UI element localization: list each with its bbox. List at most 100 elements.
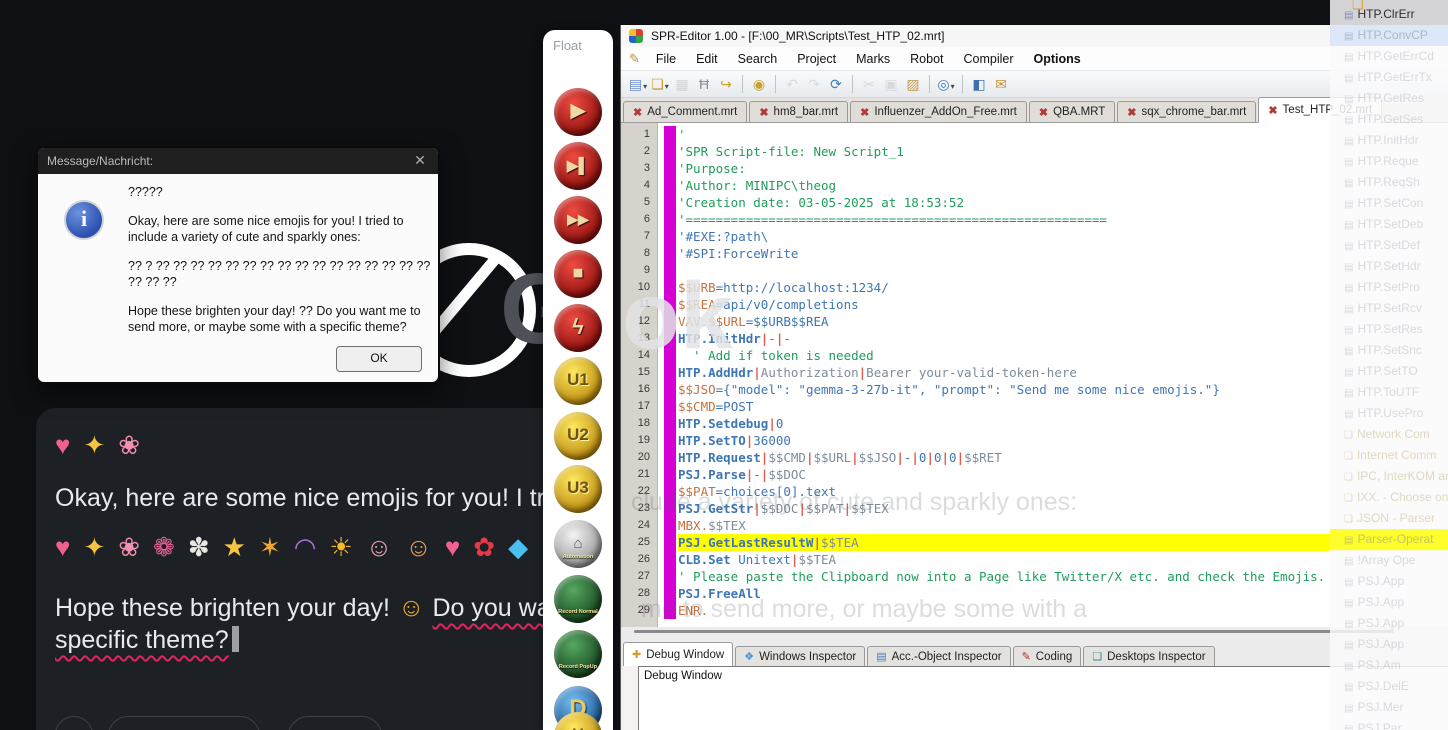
menu-compiler[interactable]: Compiler bbox=[954, 50, 1024, 68]
command-item[interactable]: ▤HTP.Reque bbox=[1330, 151, 1448, 172]
command-item[interactable]: ▤PSJ.App bbox=[1330, 592, 1448, 613]
code-token: | bbox=[813, 535, 821, 550]
menu-search[interactable]: Search bbox=[728, 50, 788, 68]
close-tab-icon[interactable]: ✖ bbox=[860, 106, 869, 119]
fast-forward-button[interactable]: ▶▶ bbox=[554, 196, 602, 244]
command-item[interactable]: ▤HTP.SetPro bbox=[1330, 277, 1448, 298]
code-editor[interactable]: 1234567891011121314151617181920212223242… bbox=[621, 123, 1448, 627]
command-item[interactable]: ▤HTP.SetTO bbox=[1330, 361, 1448, 382]
command-item[interactable]: ▤HTP.InitHdr bbox=[1330, 130, 1448, 151]
user3-button[interactable]: U3 bbox=[554, 465, 602, 513]
ok-button[interactable]: OK bbox=[336, 346, 422, 372]
command-item[interactable]: ▤HTP.UsePro bbox=[1330, 403, 1448, 424]
command-item[interactable]: ▤!Array Ope bbox=[1330, 550, 1448, 571]
jump-icon[interactable]: ↪ bbox=[715, 76, 737, 93]
command-item[interactable]: ▤HTP.ClrErr bbox=[1330, 4, 1448, 25]
command-item[interactable]: ▤PSJ.Par bbox=[1330, 718, 1448, 730]
search-icon[interactable]: ◎▾ bbox=[935, 76, 957, 93]
close-tab-icon[interactable]: ✖ bbox=[1127, 106, 1136, 119]
chevron-down-icon[interactable]: ▾ bbox=[665, 82, 669, 91]
command-item[interactable]: ▤HTP.ConvCP bbox=[1330, 25, 1448, 46]
menu-file[interactable]: File bbox=[646, 50, 686, 68]
command-item[interactable]: ▤HTP.SetRes bbox=[1330, 319, 1448, 340]
open-file-icon[interactable]: ❏▾ bbox=[649, 76, 671, 93]
editor-title-bar[interactable]: SPR-Editor 1.00 - [F:\00_MR\Scripts\Test… bbox=[621, 25, 1448, 48]
bottom-tab-coding[interactable]: ✎Coding bbox=[1013, 646, 1082, 666]
splitter-handle[interactable] bbox=[634, 630, 1394, 633]
document-icon: ▤ bbox=[1344, 73, 1353, 84]
command-item[interactable]: ▤HTP.SetSnc bbox=[1330, 340, 1448, 361]
stop-button[interactable]: ■ bbox=[554, 250, 602, 298]
command-item[interactable]: ▤PSJ.App bbox=[1330, 634, 1448, 655]
command-item[interactable]: ❏Internet Comm bbox=[1330, 445, 1448, 466]
bottom-tab-acc-object-inspector[interactable]: ▤Acc.-Object Inspector bbox=[867, 646, 1010, 666]
command-item[interactable]: ▤PSJ.App bbox=[1330, 613, 1448, 634]
command-item[interactable]: ❏JSON - Parser bbox=[1330, 508, 1448, 529]
close-tab-icon[interactable]: ✖ bbox=[759, 106, 768, 119]
tab-sqx_chrome_bar.mrt[interactable]: ✖sqx_chrome_bar.mrt bbox=[1117, 101, 1256, 122]
command-item[interactable]: ❏Network Com bbox=[1330, 424, 1448, 445]
chat-suggestion-pill-2[interactable] bbox=[288, 716, 382, 730]
command-item[interactable]: ▤HTP.SetHdr bbox=[1330, 256, 1448, 277]
command-item[interactable]: ▤HTP.GetErrTx bbox=[1330, 67, 1448, 88]
menu-project[interactable]: Project bbox=[787, 50, 846, 68]
command-item[interactable]: ▤PSJ.Am bbox=[1330, 655, 1448, 676]
run-to-end-button[interactable]: ▶▌ bbox=[554, 142, 602, 190]
compile-icon[interactable]: ◉ bbox=[748, 76, 770, 93]
bottom-tab-label: Desktops Inspector bbox=[1107, 651, 1205, 663]
exit-icon[interactable]: ◧ bbox=[968, 76, 990, 93]
command-item[interactable]: ❏IPC, InterKOM an bbox=[1330, 466, 1448, 487]
chevron-down-icon[interactable]: ▾ bbox=[643, 82, 647, 91]
bottom-tab-desktops-inspector[interactable]: ❑Desktops Inspector bbox=[1083, 646, 1214, 666]
tab-Ad_Comment.mrt[interactable]: ✖Ad_Comment.mrt bbox=[623, 101, 747, 122]
command-item[interactable]: ▤HTP.GetRes bbox=[1330, 88, 1448, 109]
refresh-icon[interactable]: ⟳ bbox=[825, 76, 847, 93]
command-item[interactable]: ▤PSJ.DelE bbox=[1330, 676, 1448, 697]
fit-icon[interactable]: Ħ bbox=[693, 76, 715, 92]
bottom-tab-debug-window[interactable]: ✚Debug Window bbox=[623, 642, 733, 666]
tab-QBA.MRT[interactable]: ✖QBA.MRT bbox=[1029, 101, 1115, 122]
code-token: | bbox=[942, 450, 950, 465]
command-item[interactable]: ▤HTP.GetSes bbox=[1330, 109, 1448, 130]
close-icon[interactable]: ✕ bbox=[410, 152, 430, 169]
menu-options[interactable]: Options bbox=[1024, 50, 1091, 68]
chat-suggestion-pill-1[interactable] bbox=[108, 716, 260, 730]
command-item[interactable]: ▤HTP.ToUTF bbox=[1330, 382, 1448, 403]
code-token: Bearer your-valid-token-here bbox=[866, 365, 1077, 380]
code-token: HTP.SetTO bbox=[678, 433, 746, 448]
new-file-icon[interactable]: ▤▾ bbox=[627, 76, 649, 93]
tab-Influenzer_AddOn_Free.mrt[interactable]: ✖Influenzer_AddOn_Free.mrt bbox=[850, 101, 1027, 122]
command-item-label: PSJ.Mer bbox=[1357, 700, 1403, 714]
menu-edit[interactable]: Edit bbox=[686, 50, 728, 68]
run-button[interactable]: ▶ bbox=[554, 88, 602, 136]
fire-button[interactable]: ϟ bbox=[554, 304, 602, 352]
tab-hm8_bar.mrt[interactable]: ✖hm8_bar.mrt bbox=[749, 101, 848, 122]
bottom-tab-windows-inspector[interactable]: ❖Windows Inspector bbox=[735, 646, 865, 666]
record-normal-button[interactable]: Record Normal bbox=[554, 575, 602, 623]
chat-action-circle-button[interactable] bbox=[55, 716, 93, 730]
command-item[interactable]: ❏IXX. - Choose on bbox=[1330, 487, 1448, 508]
command-item[interactable]: ▤HTP.SetRcv bbox=[1330, 298, 1448, 319]
close-tab-icon[interactable]: ✖ bbox=[633, 106, 642, 119]
command-item[interactable]: ▤Parser-Operat bbox=[1330, 529, 1448, 550]
chevron-down-icon[interactable]: ▾ bbox=[951, 82, 955, 91]
automation-button[interactable]: ⌂Automation bbox=[554, 520, 602, 568]
command-item[interactable]: ▤HTP.ReqSh bbox=[1330, 172, 1448, 193]
record-popup-button[interactable]: Record PopUp bbox=[554, 630, 602, 678]
command-item[interactable]: ▤HTP.SetDef bbox=[1330, 235, 1448, 256]
close-tab-icon[interactable]: ✖ bbox=[1039, 106, 1048, 119]
close-tab-icon[interactable]: ✖ bbox=[1268, 104, 1277, 117]
user1-button[interactable]: U1 bbox=[554, 357, 602, 405]
command-item[interactable]: ▤PSJ.App bbox=[1330, 571, 1448, 592]
debug-output-panel[interactable]: Debug Window bbox=[638, 666, 1448, 730]
command-item[interactable]: ▤HTP.GetErrCd bbox=[1330, 46, 1448, 67]
command-item[interactable]: ▤HTP.SetCon bbox=[1330, 193, 1448, 214]
mail-icon[interactable]: ✉ bbox=[990, 76, 1012, 93]
command-item[interactable]: ▤PSJ.Mer bbox=[1330, 697, 1448, 718]
user2-button[interactable]: U2 bbox=[554, 412, 602, 460]
menu-robot[interactable]: Robot bbox=[900, 50, 953, 68]
menu-marks[interactable]: Marks bbox=[846, 50, 900, 68]
panel-splitter[interactable] bbox=[621, 627, 1448, 641]
command-item[interactable]: ▤HTP.SetDeb bbox=[1330, 214, 1448, 235]
paste-icon[interactable]: ▨ bbox=[902, 76, 924, 93]
